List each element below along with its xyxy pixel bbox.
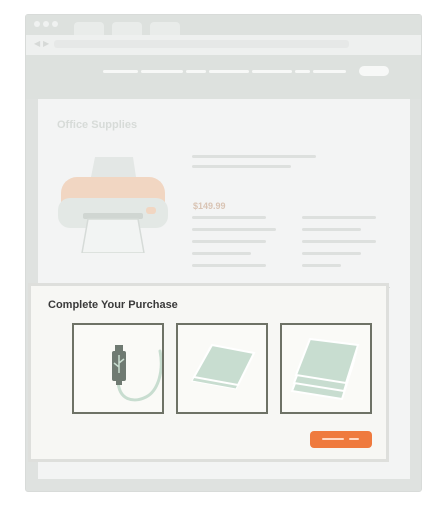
text-placeholder: [192, 228, 276, 231]
browser-titlebar: [26, 15, 421, 35]
purchase-title: Complete Your Purchase: [48, 299, 178, 311]
text-placeholder: [302, 240, 376, 243]
address-bar: ◀ ▶: [26, 35, 421, 55]
text-placeholder: [192, 165, 291, 168]
site-header: [26, 55, 421, 99]
text-placeholder: [192, 216, 266, 219]
option-paper-sheets[interactable]: [176, 323, 268, 414]
window-close-dot[interactable]: [34, 21, 40, 27]
nav-link[interactable]: [295, 70, 310, 73]
nav-link[interactable]: [103, 70, 138, 73]
button-label-placeholder: [322, 438, 344, 440]
text-placeholder: [302, 216, 376, 219]
printer-icon: [58, 157, 168, 253]
text-placeholder: [192, 264, 266, 267]
window-minimize-dot[interactable]: [43, 21, 49, 27]
paper-sheets-icon: [191, 343, 256, 390]
text-placeholder: [302, 252, 361, 255]
browser-tab[interactable]: [150, 22, 180, 35]
text-placeholder: [192, 240, 266, 243]
complete-purchase-button[interactable]: [310, 431, 372, 448]
header-button[interactable]: [359, 66, 389, 76]
option-paper-stack[interactable]: [280, 323, 372, 414]
browser-tab[interactable]: [112, 22, 142, 35]
product-price: $149.99: [193, 201, 226, 211]
nav-link[interactable]: [252, 70, 292, 73]
text-placeholder: [192, 252, 251, 255]
forward-arrow-icon[interactable]: ▶: [43, 40, 49, 48]
url-field[interactable]: [54, 40, 349, 48]
purchase-panel: Complete Your Purchase: [28, 283, 389, 462]
section-title: Office Supplies: [57, 119, 138, 131]
button-label-placeholder: [349, 438, 359, 440]
paper-stack-icon: [290, 337, 360, 401]
option-usb-cable[interactable]: [72, 323, 164, 414]
nav-link[interactable]: [141, 70, 183, 73]
usb-cable-icon: [112, 345, 162, 402]
text-placeholder: [302, 264, 341, 267]
text-placeholder: [192, 155, 316, 158]
nav-link[interactable]: [313, 70, 346, 73]
text-placeholder: [302, 228, 361, 231]
back-arrow-icon[interactable]: ◀: [34, 40, 40, 48]
browser-tab[interactable]: [74, 22, 104, 35]
window-maximize-dot[interactable]: [52, 21, 58, 27]
nav-link[interactable]: [186, 70, 206, 73]
nav-link[interactable]: [209, 70, 249, 73]
